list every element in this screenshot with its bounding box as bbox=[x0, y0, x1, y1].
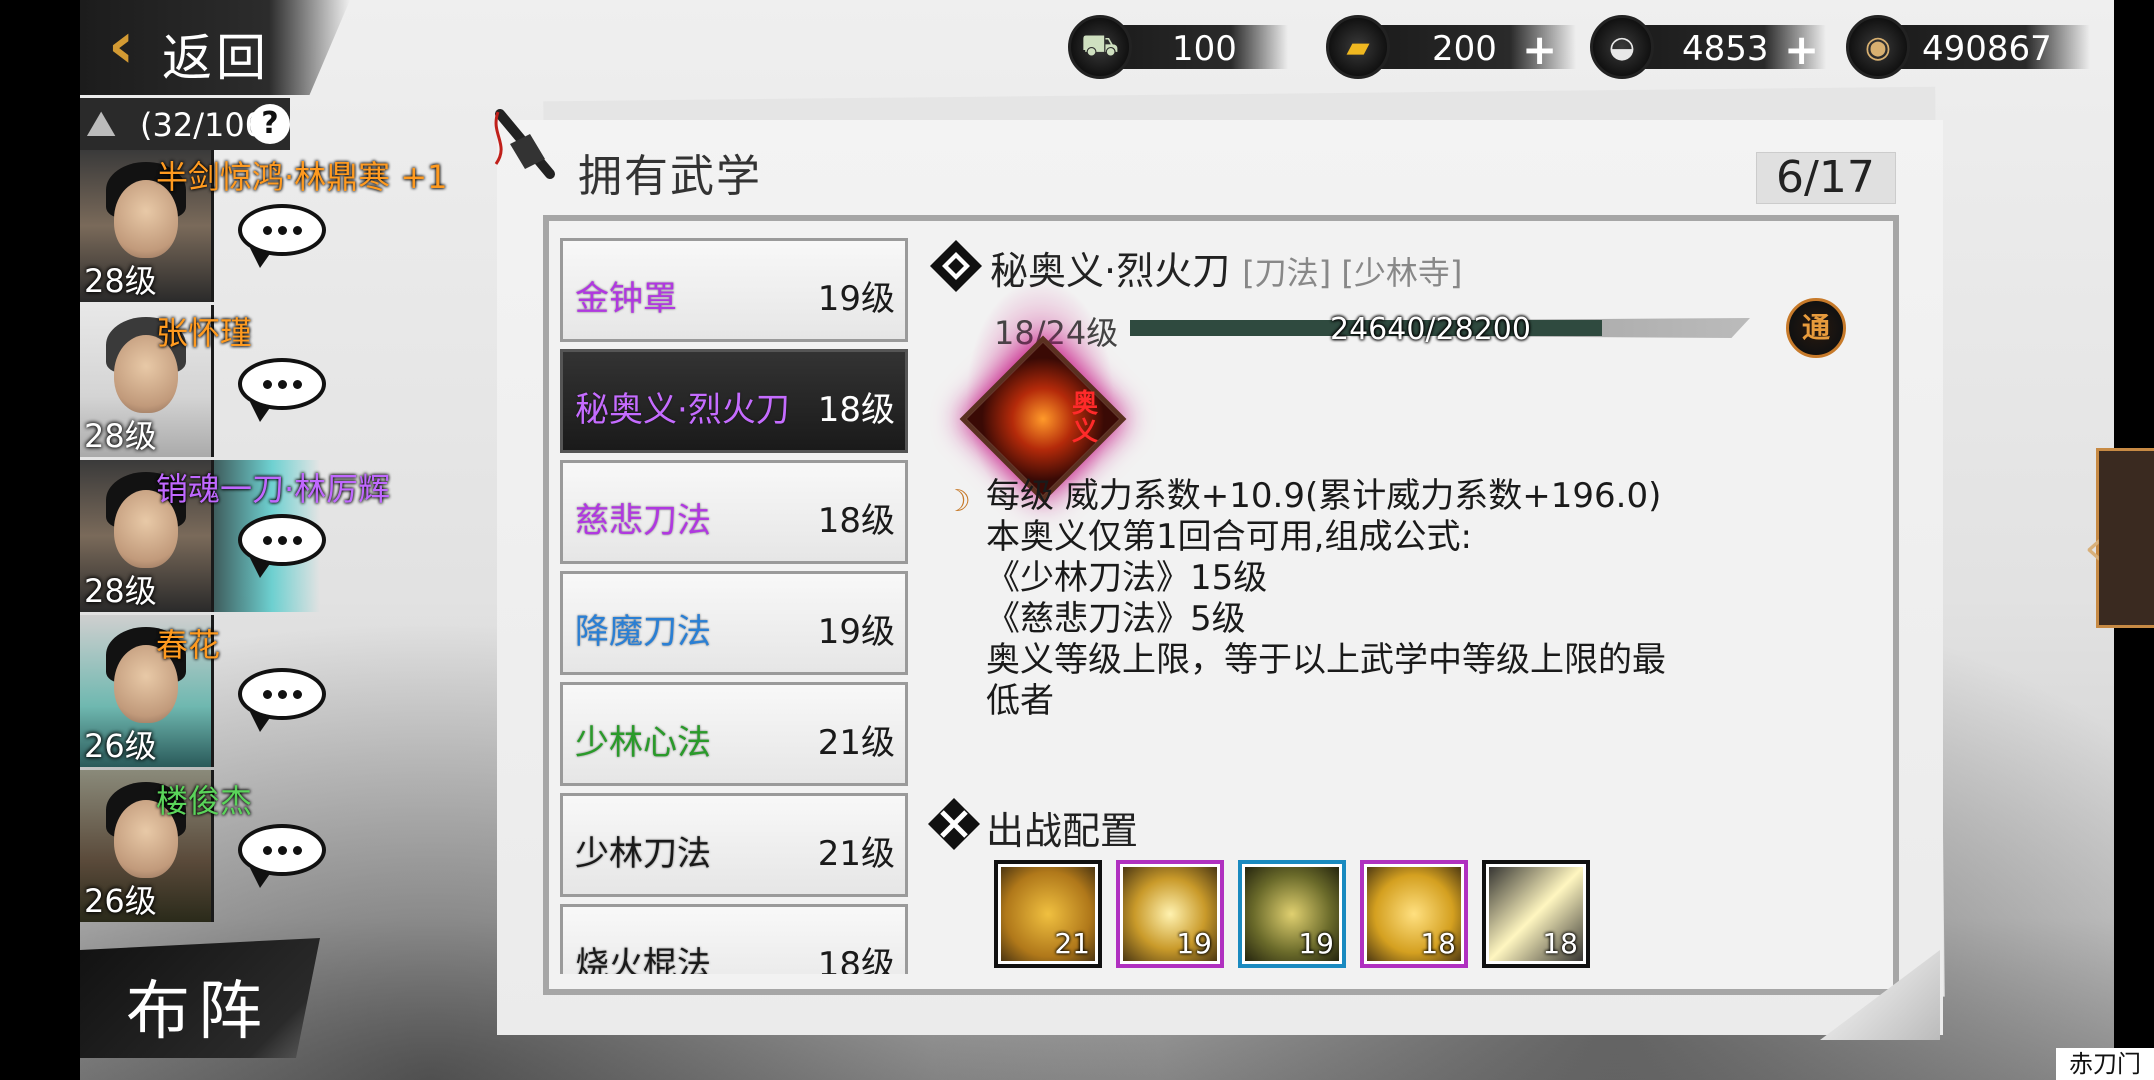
currency-silver: ◒ 4853 + bbox=[1590, 15, 1826, 79]
formation-label[interactable]: 布阵 bbox=[126, 960, 270, 1052]
hero-name: 张怀瑾 bbox=[156, 314, 253, 352]
loadout-slot[interactable]: 18 bbox=[1482, 860, 1590, 968]
crossed-swords-icon bbox=[928, 798, 980, 850]
roster-count: (32/100 bbox=[140, 106, 266, 144]
skill-level: 18级 bbox=[817, 945, 895, 974]
help-button[interactable]: ? bbox=[250, 104, 290, 144]
skill-item[interactable]: 烧火棍法 18级 bbox=[560, 904, 908, 974]
skill-item[interactable]: 少林刀法 21级 bbox=[560, 793, 908, 897]
skill-list[interactable]: 金钟罩 19级 秘奥义·烈火刀 18级 慈悲刀法 18级 降魔刀法 19级 少林… bbox=[560, 234, 910, 974]
brush-tassel-icon bbox=[494, 109, 555, 179]
back-chevron-icon: ‹ bbox=[108, 9, 135, 83]
chat-bubble-icon bbox=[238, 824, 326, 876]
loadout-level: 19 bbox=[1176, 927, 1212, 960]
sect-label: 赤刀门 bbox=[2056, 1048, 2154, 1080]
desc-line: 《慈悲刀法》5级 bbox=[986, 599, 1246, 639]
skill-item-selected[interactable]: 秘奥义·烈火刀 18级 bbox=[560, 349, 908, 453]
currency-gold: ▰ 200 + bbox=[1326, 15, 1576, 79]
hero-name: 楼俊杰 bbox=[156, 782, 253, 820]
chat-bubble-icon bbox=[238, 204, 326, 256]
hero-name: 春花 bbox=[156, 626, 221, 664]
skill-name: 慈悲刀法 bbox=[575, 501, 711, 541]
currency-coin: ◉ 490867 bbox=[1846, 15, 2090, 79]
loadout-level: 18 bbox=[1542, 927, 1578, 960]
hero-level: 28级 bbox=[84, 572, 157, 610]
skill-name: 金钟罩 bbox=[575, 279, 677, 319]
detail-level: 18/24级 bbox=[994, 314, 1119, 352]
loadout-level: 18 bbox=[1420, 927, 1456, 960]
add-gold-button[interactable]: + bbox=[1522, 25, 1557, 74]
loadout-slot[interactable]: 19 bbox=[1116, 860, 1224, 968]
hero-level: 28级 bbox=[84, 417, 157, 455]
hero-chat-button[interactable] bbox=[232, 198, 332, 270]
skill-name: 少林心法 bbox=[575, 723, 711, 763]
loadout-level: 19 bbox=[1298, 927, 1334, 960]
page-counter: 6/17 bbox=[1776, 152, 1875, 203]
hero-name: 销魂一刀·林厉辉 bbox=[156, 470, 391, 508]
skill-name: 降魔刀法 bbox=[575, 612, 711, 652]
gold-bar-icon: ▰ bbox=[1326, 15, 1390, 79]
loadout-level: 21 bbox=[1054, 927, 1090, 960]
chat-bubble-icon bbox=[238, 668, 326, 720]
skill-level: 19级 bbox=[817, 612, 895, 652]
roster-icon: ⛰ bbox=[86, 104, 117, 145]
loadout-slot[interactable]: 19 bbox=[1238, 860, 1346, 968]
hero-level: 26级 bbox=[84, 727, 157, 765]
currency-value: 200 bbox=[1432, 29, 1497, 69]
loadout-slot[interactable]: 18 bbox=[1360, 860, 1468, 968]
loadout-slot[interactable]: 21 bbox=[994, 860, 1102, 968]
hero-chat-button[interactable] bbox=[232, 662, 332, 734]
currency-cart: ⛟ 100 bbox=[1068, 15, 1288, 79]
skill-item[interactable]: 慈悲刀法 18级 bbox=[560, 460, 908, 564]
add-silver-button[interactable]: + bbox=[1784, 25, 1819, 74]
skill-level: 21级 bbox=[817, 834, 895, 874]
cart-icon: ⛟ bbox=[1068, 15, 1132, 79]
silver-ingot-icon: ◒ bbox=[1590, 15, 1654, 79]
panel-title: 拥有武学 bbox=[578, 151, 762, 202]
tong-badge[interactable]: 通 bbox=[1786, 298, 1846, 358]
chevron-left-icon[interactable]: ‹ bbox=[2084, 520, 2103, 576]
currency-value: 490867 bbox=[1922, 29, 2052, 69]
hero-name: 半剑惊鸿·林鼎寒 +1 bbox=[156, 158, 448, 196]
skill-description: 每级 威力系数+10.9(累计威力系数+196.0) 本奥义仅第1回合可用,组成… bbox=[986, 476, 1726, 722]
side-expand-tab[interactable] bbox=[2096, 448, 2154, 628]
hero-level: 28级 bbox=[84, 262, 157, 300]
currency-value: 4853 bbox=[1682, 29, 1769, 69]
skill-icon-label: 奥义 bbox=[1072, 389, 1099, 447]
hero-chat-button[interactable] bbox=[232, 352, 332, 424]
detail-tags: [刀法] [少林寺] bbox=[1242, 254, 1463, 292]
exp-text: 24640/28200 bbox=[1330, 312, 1531, 347]
hero-chat-button[interactable] bbox=[232, 818, 332, 890]
chat-bubble-icon bbox=[238, 358, 326, 410]
desc-line: 低者 bbox=[986, 681, 1054, 721]
skill-item[interactable]: 降魔刀法 19级 bbox=[560, 571, 908, 675]
chat-bubble-icon bbox=[238, 514, 326, 566]
skill-name: 秘奥义·烈火刀 bbox=[575, 390, 790, 430]
skill-item[interactable]: 金钟罩 19级 bbox=[560, 238, 908, 342]
hero-level: 26级 bbox=[84, 882, 157, 920]
desc-line: 《少林刀法》15级 bbox=[986, 558, 1268, 598]
battle-title: 出战配置 bbox=[986, 809, 1139, 853]
desc-line: 每级 威力系数+10.9(累计威力系数+196.0) bbox=[986, 476, 1662, 516]
back-label[interactable]: 返回 bbox=[162, 18, 270, 90]
currency-value: 100 bbox=[1172, 29, 1237, 69]
desc-line: 本奥义仅第1回合可用,组成公式: bbox=[986, 517, 1472, 557]
left-letterbox bbox=[0, 0, 80, 1080]
skill-name: 烧火棍法 bbox=[575, 945, 711, 974]
desc-line: 奥义等级上限，等于以上武学中等级上限的最 bbox=[986, 640, 1666, 680]
skill-level: 19级 bbox=[817, 279, 895, 319]
skill-level: 21级 bbox=[817, 723, 895, 763]
hero-chat-button[interactable] bbox=[232, 508, 332, 580]
copper-coin-icon: ◉ bbox=[1846, 15, 1910, 79]
skill-name: 少林刀法 bbox=[575, 834, 711, 874]
crescent-bullet-icon: ☽ bbox=[944, 484, 971, 519]
skill-item[interactable]: 少林心法 21级 bbox=[560, 682, 908, 786]
skill-level: 18级 bbox=[817, 390, 895, 430]
skill-level: 18级 bbox=[817, 501, 895, 541]
